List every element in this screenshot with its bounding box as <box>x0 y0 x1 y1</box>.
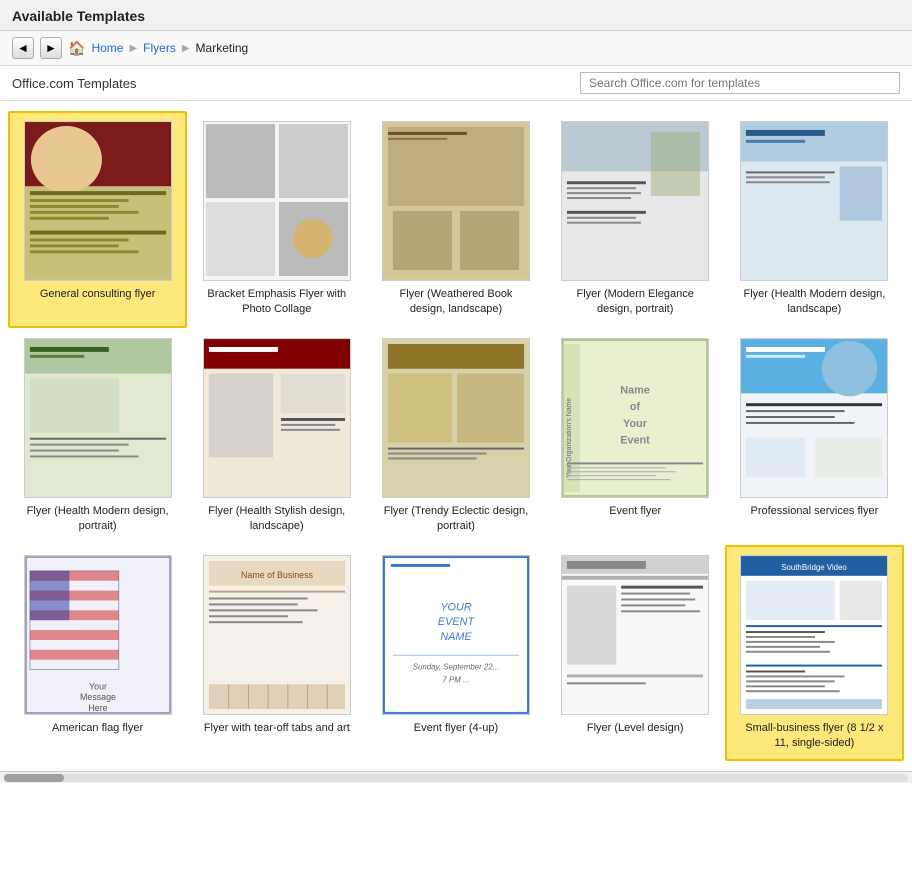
template-item-health-modern-pt[interactable]: Flyer (Health Modern design, portrait) <box>8 328 187 545</box>
svg-text:SouthBridge Video: SouthBridge Video <box>782 562 848 571</box>
toolbar: Office.com Templates <box>0 66 912 101</box>
template-label-health-modern-ls: Flyer (Health Modern design, landscape) <box>740 287 888 318</box>
template-label-bracket-emphasis: Bracket Emphasis Flyer with Photo Collag… <box>203 287 351 318</box>
template-label-event-4up: Event flyer (4-up) <box>414 721 498 736</box>
svg-text:Your: Your <box>623 418 648 430</box>
navigation-bar: ◄ ► 🏠 Home ▶ Flyers ▶ Marketing <box>0 31 912 66</box>
template-label-professional-services: Professional services flyer <box>751 504 879 519</box>
back-button[interactable]: ◄ <box>12 37 34 59</box>
svg-text:Message: Message <box>80 692 116 702</box>
template-label-small-biz: Small-business flyer (8 1/2 x 11, single… <box>740 721 888 752</box>
template-label-weathered-book: Flyer (Weathered Book design, landscape) <box>382 287 530 318</box>
template-item-health-stylish[interactable]: Flyer (Health Stylish design, landscape) <box>187 328 366 545</box>
template-item-tearoff-tabs[interactable]: Name of Business Flyer with tear-off tab… <box>187 545 366 762</box>
search-input[interactable] <box>580 72 900 94</box>
template-item-trendy-eclectic[interactable]: Flyer (Trendy Eclectic design, portrait) <box>366 328 545 545</box>
scrollbar-area <box>0 771 912 783</box>
template-item-health-modern-ls[interactable]: Flyer (Health Modern design, landscape) <box>725 111 904 328</box>
svg-text:Your: Your <box>89 681 107 691</box>
breadcrumb-marketing: Marketing <box>196 41 249 55</box>
page-title: Available Templates <box>0 0 912 31</box>
template-item-bracket-emphasis[interactable]: Bracket Emphasis Flyer with Photo Collag… <box>187 111 366 328</box>
template-label-trendy-eclectic: Flyer (Trendy Eclectic design, portrait) <box>382 504 530 535</box>
svg-text:Event: Event <box>620 434 650 446</box>
template-label-tearoff-tabs: Flyer with tear-off tabs and art <box>204 721 350 736</box>
template-item-level-design[interactable]: Flyer (Level design) <box>546 545 725 762</box>
template-label-general-consulting: General consulting flyer <box>40 287 156 302</box>
svg-text:Here: Here <box>88 703 107 713</box>
template-item-professional-services[interactable]: Professional services flyer <box>725 328 904 545</box>
svg-text:NAME: NAME <box>440 630 472 642</box>
home-icon[interactable]: 🏠 <box>68 40 85 57</box>
breadcrumb-flyers[interactable]: Flyers <box>143 41 176 55</box>
svg-text:YOUR: YOUR <box>440 601 471 613</box>
svg-text:Name: Name <box>620 384 650 396</box>
template-label-modern-elegance: Flyer (Modern Elegance design, portrait) <box>561 287 709 318</box>
forward-button[interactable]: ► <box>40 37 62 59</box>
template-label-health-modern-pt: Flyer (Health Modern design, portrait) <box>24 504 172 535</box>
scrollbar-thumb[interactable] <box>4 774 64 782</box>
svg-text:Name of Business: Name of Business <box>241 569 313 579</box>
template-label-event-flyer: Event flyer <box>609 504 661 519</box>
template-label-american-flag: American flag flyer <box>52 721 143 736</box>
breadcrumb-home[interactable]: Home <box>91 41 123 55</box>
breadcrumb-sep-1: ▶ <box>129 43 137 54</box>
source-label: Office.com Templates <box>12 76 137 91</box>
templates-grid: General consulting flyer Bracket Emphasi… <box>0 101 912 771</box>
template-item-weathered-book[interactable]: Flyer (Weathered Book design, landscape) <box>366 111 545 328</box>
svg-text:EVENT: EVENT <box>438 616 476 628</box>
template-label-health-stylish: Flyer (Health Stylish design, landscape) <box>203 504 351 535</box>
svg-text:Sunday, September 22...: Sunday, September 22... <box>413 662 500 671</box>
svg-text:Your Organization's Name: Your Organization's Name <box>566 397 573 477</box>
svg-text:of: of <box>630 401 641 413</box>
template-item-general-consulting[interactable]: General consulting flyer <box>8 111 187 328</box>
scrollbar-track[interactable] <box>4 774 908 782</box>
breadcrumb-sep-2: ▶ <box>182 43 190 54</box>
template-item-american-flag[interactable]: Your Message Here American flag flyer <box>8 545 187 762</box>
template-label-level-design: Flyer (Level design) <box>587 721 684 736</box>
template-item-modern-elegance[interactable]: Flyer (Modern Elegance design, portrait) <box>546 111 725 328</box>
template-item-event-flyer[interactable]: Name of Your Event Your Organization's N… <box>546 328 725 545</box>
svg-text:7 PM ...: 7 PM ... <box>442 675 469 684</box>
template-item-event-4up[interactable]: YOUR EVENT NAME Sunday, September 22... … <box>366 545 545 762</box>
template-item-small-biz[interactable]: SouthBridge Video Small-business flyer (… <box>725 545 904 762</box>
